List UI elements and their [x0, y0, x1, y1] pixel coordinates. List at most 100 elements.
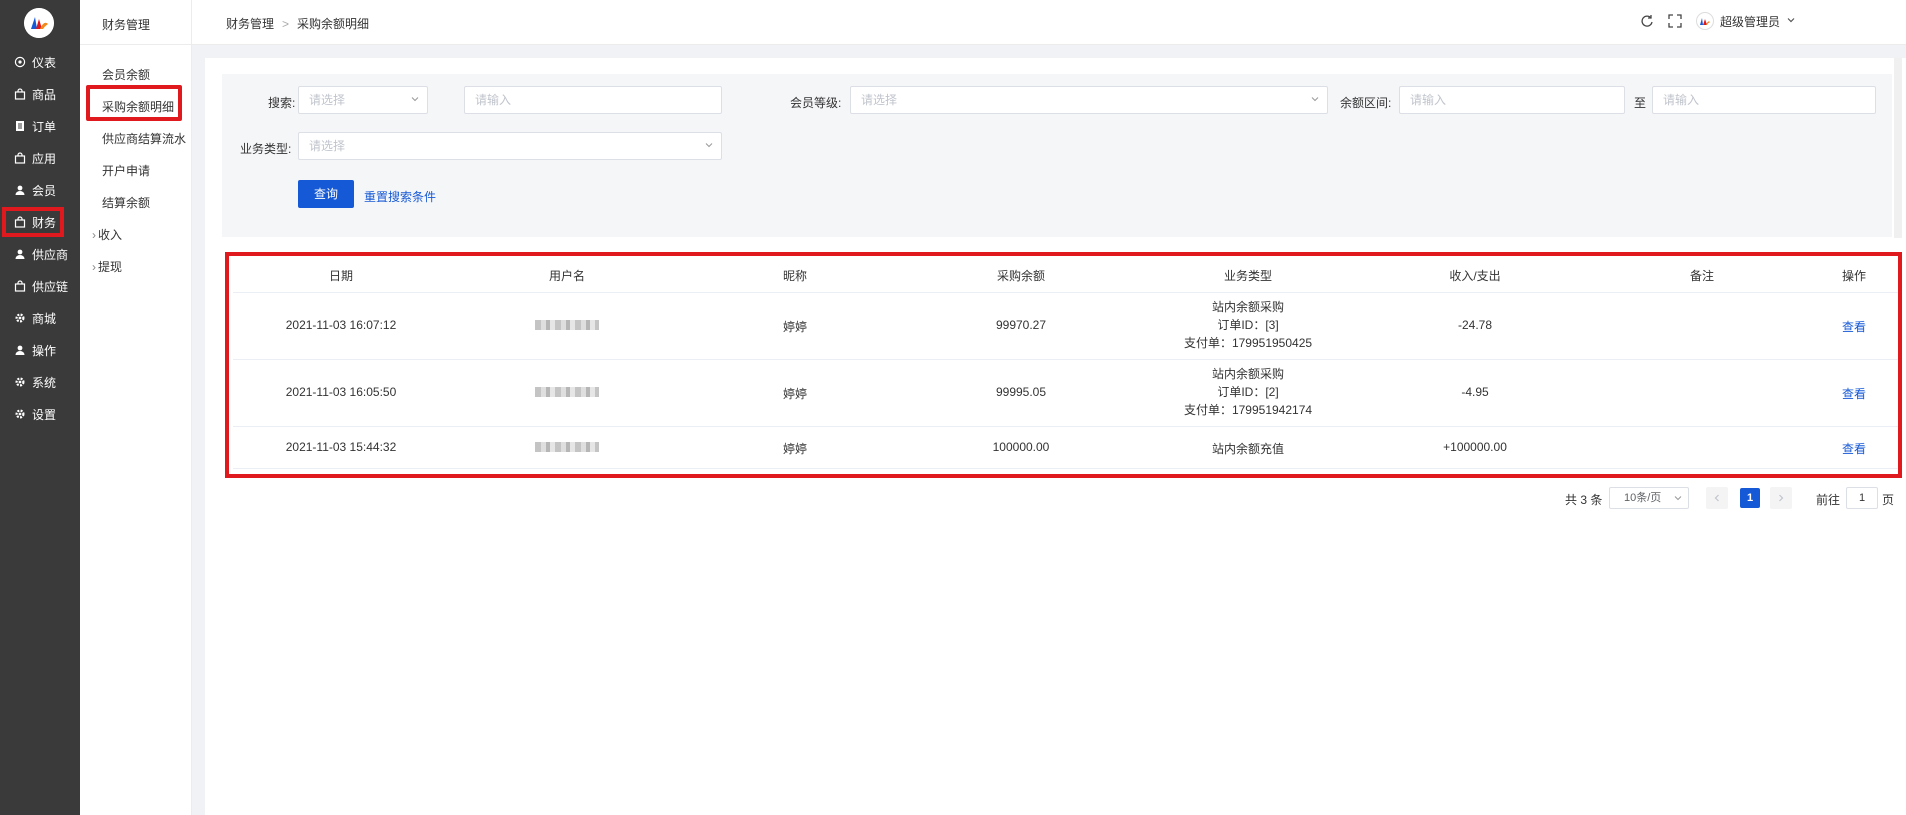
view-button[interactable]: 查看	[1842, 318, 1866, 335]
nav-item[interactable]: 应用	[0, 144, 80, 172]
cell-purchase-balance: 99970.27	[995, 318, 1047, 332]
page-size-select[interactable]: 10条/页	[1609, 487, 1689, 509]
goto-page-input[interactable]: 1	[1846, 487, 1878, 509]
subnav-item-settlement-balance[interactable]: 结算余额	[102, 194, 150, 211]
business-type-name: 站内余额采购	[1211, 300, 1284, 314]
balance-min-placeholder: 请输入	[1410, 93, 1447, 107]
bag-icon	[14, 152, 26, 164]
nav-item[interactable]: 商城	[0, 304, 80, 332]
balance-max-input[interactable]: 请输入	[1652, 86, 1876, 114]
member-level-select[interactable]: 请选择	[850, 86, 1328, 114]
cell-nickname: 婷婷	[782, 442, 808, 456]
column-header-nickname: 昵称	[782, 269, 808, 283]
cell-business-type: 站内余额采购 订单ID：[2] 支付单：179951942174	[1184, 365, 1312, 419]
chevron-down-icon	[1786, 14, 1796, 28]
next-page-button[interactable]	[1770, 487, 1792, 509]
column-header-income-expense: 收入/支出	[1449, 269, 1501, 283]
nav-item-label: 订单	[32, 119, 57, 134]
chevron-right-icon: ›	[92, 228, 96, 242]
nav-item[interactable]: 财务	[0, 208, 80, 236]
main-sidebar: 仪表商品订单应用会员财务供应商供应链商城操作系统设置	[0, 0, 80, 815]
gear-icon	[14, 408, 26, 420]
table-row: 2021-11-03 16:05:50 婷婷 99995.05 站内余额采购 订…	[233, 359, 1898, 427]
balance-max-placeholder: 请输入	[1663, 93, 1700, 107]
subnav-item-member-balance[interactable]: 会员余额	[102, 66, 150, 83]
balance-min-input[interactable]: 请输入	[1399, 86, 1625, 114]
nav-item-label: 仪表	[32, 55, 57, 70]
search-field-select[interactable]: 请选择	[298, 86, 428, 114]
nav-item-label: 设置	[32, 407, 57, 422]
highlight-box-purchase-detail	[86, 85, 182, 121]
subnav-group-label: 提现	[98, 260, 123, 274]
bag-icon	[14, 88, 26, 100]
subnav-group-withdraw[interactable]: › 提现	[92, 258, 122, 275]
business-type-select[interactable]: 请选择	[298, 132, 722, 160]
column-header-note: 备注	[1689, 269, 1715, 283]
column-header-username: 用户名	[548, 269, 586, 283]
column-header-purchase-balance: 采购余额	[996, 269, 1046, 283]
reset-search-link[interactable]: 重置搜索条件	[364, 188, 436, 205]
user-menu[interactable]: 超级管理员	[1695, 12, 1796, 30]
nav-item-label: 应用	[32, 151, 57, 166]
breadcrumb-current: 采购余额明细	[297, 17, 370, 31]
user-icon	[14, 184, 26, 196]
nav-item[interactable]: 供应商	[0, 240, 80, 268]
search-input[interactable]: 请输入	[464, 86, 722, 114]
business-type-label: 业务类型:	[240, 142, 292, 156]
cell-business-type: 站内余额采购 订单ID：[3] 支付单：179951950425	[1184, 298, 1312, 352]
app-logo[interactable]	[24, 8, 54, 38]
cell-business-type: 站内余额充值	[1211, 442, 1285, 456]
order-id: 订单ID：[3]	[1217, 318, 1279, 332]
subnav-group-income[interactable]: › 收入	[92, 226, 122, 243]
cell-date: 2021-11-03 16:05:50	[285, 385, 397, 399]
cell-date: 2021-11-03 16:07:12	[285, 318, 397, 332]
fullscreen-icon[interactable]	[1668, 14, 1682, 28]
view-button[interactable]: 查看	[1842, 385, 1866, 402]
nav-item[interactable]: 仪表	[0, 48, 80, 76]
pagination-total: 共 3 条	[1565, 493, 1603, 507]
nav-item[interactable]: 设置	[0, 400, 80, 428]
business-type-placeholder: 请选择	[309, 139, 346, 153]
table-row: 2021-11-03 16:07:12 婷婷 99970.27 站内余额采购 订…	[233, 292, 1898, 360]
prev-page-button[interactable]	[1706, 487, 1728, 509]
subnav-group-label: 收入	[98, 228, 123, 242]
table-row: 2021-11-03 15:44:32 婷婷 100000.00 站内余额充值 …	[233, 426, 1898, 469]
page-suffix: 页	[1882, 493, 1895, 507]
username-redacted	[535, 320, 599, 330]
subnav-title: 财务管理	[102, 18, 151, 32]
nav-item[interactable]: 操作	[0, 336, 80, 364]
document-icon	[14, 120, 26, 132]
search-field-placeholder: 请选择	[309, 93, 346, 107]
breadcrumb-item[interactable]: 财务管理	[226, 17, 274, 31]
nav-item[interactable]: 会员	[0, 176, 80, 204]
payment-id: 支付单：179951942174	[1183, 403, 1313, 417]
chevron-down-icon	[1674, 496, 1682, 501]
nav-item-label: 供应商	[32, 247, 69, 262]
column-header-business-type: 业务类型	[1223, 269, 1273, 283]
nav-item[interactable]: 供应链	[0, 272, 80, 300]
query-button[interactable]: 查询	[298, 180, 354, 208]
view-button[interactable]: 查看	[1842, 440, 1866, 457]
subnav-item-account-application[interactable]: 开户申请	[102, 162, 150, 179]
cell-amount: -24.78	[1457, 318, 1493, 332]
username-redacted	[535, 442, 599, 452]
nav-item[interactable]: 系统	[0, 368, 80, 396]
bag-icon	[14, 280, 26, 292]
member-level-label: 会员等级:	[790, 96, 842, 110]
nav-item-label: 系统	[32, 375, 57, 390]
chevron-left-icon	[1714, 494, 1719, 502]
column-header-action: 操作	[1841, 269, 1867, 283]
refresh-icon[interactable]	[1640, 14, 1654, 28]
nav-item[interactable]: 商品	[0, 80, 80, 108]
search-label: 搜索:	[268, 96, 296, 110]
nav-item[interactable]: 订单	[0, 112, 80, 140]
scrollbar[interactable]	[1894, 58, 1902, 238]
chevron-down-icon	[705, 143, 713, 148]
member-level-placeholder: 请选择	[861, 93, 898, 107]
cell-amount: -4.95	[1461, 385, 1489, 399]
gear-icon	[14, 312, 26, 324]
subnav-item-supplier-settlement[interactable]: 供应商结算流水	[102, 130, 186, 147]
page-number-current[interactable]: 1	[1740, 488, 1760, 508]
range-separator: 至	[1634, 96, 1647, 110]
breadcrumb: 财务管理 > 采购余额明细	[226, 15, 369, 32]
